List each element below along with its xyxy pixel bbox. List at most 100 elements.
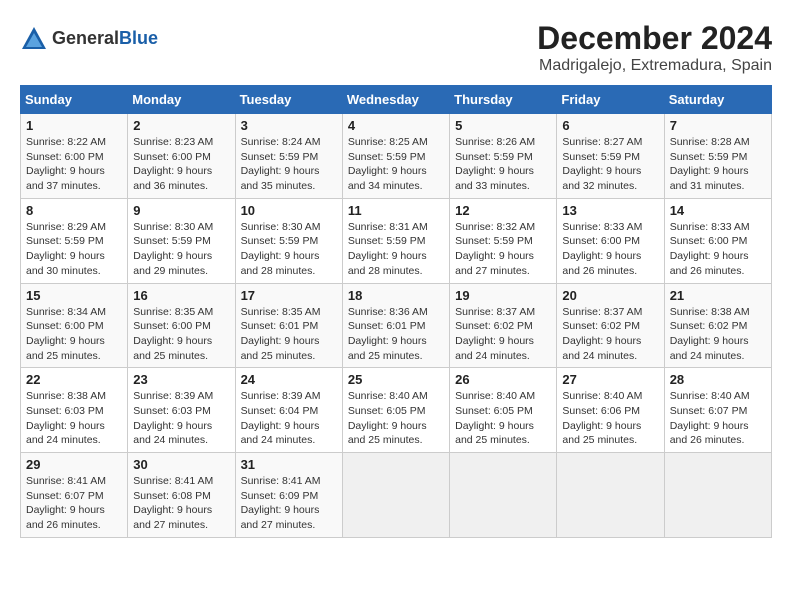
calendar-cell: 19 Sunrise: 8:37 AMSunset: 6:02 PMDayligh… [450, 283, 557, 368]
calendar-cell: 10 Sunrise: 8:30 AMSunset: 5:59 PMDayligh… [235, 198, 342, 283]
calendar-cell: 7 Sunrise: 8:28 AMSunset: 5:59 PMDaylight… [664, 114, 771, 199]
day-number: 24 [241, 372, 337, 387]
calendar-cell: 3 Sunrise: 8:24 AMSunset: 5:59 PMDaylight… [235, 114, 342, 199]
day-number: 25 [348, 372, 444, 387]
calendar-cell [342, 453, 449, 538]
day-number: 6 [562, 118, 658, 133]
calendar-cell: 29Sunrise: 8:41 AMSunset: 6:07 PMDayligh… [21, 453, 128, 538]
calendar-week-1: 1Sunrise: 8:22 AMSunset: 6:00 PMDaylight… [21, 114, 772, 199]
day-info: Sunrise: 8:30 AMSunset: 5:59 PMDaylight:… [241, 220, 337, 279]
calendar-cell: 22Sunrise: 8:38 AMSunset: 6:03 PMDayligh… [21, 368, 128, 453]
calendar-cell: 28Sunrise: 8:40 AMSunset: 6:07 PMDayligh… [664, 368, 771, 453]
calendar-week-3: 15 Sunrise: 8:34 AMSunset: 6:00 PMDayligh… [21, 283, 772, 368]
day-info: Sunrise: 8:25 AMSunset: 5:59 PMDaylight:… [348, 135, 444, 194]
day-info: Sunrise: 8:38 AMSunset: 6:02 PMDaylight:… [670, 305, 766, 364]
day-number: 20 [562, 288, 658, 303]
calendar-cell: 21 Sunrise: 8:38 AMSunset: 6:02 PMDayligh… [664, 283, 771, 368]
day-number: 9 [133, 203, 229, 218]
day-info: Sunrise: 8:40 AMSunset: 6:06 PMDaylight:… [562, 389, 658, 448]
day-info: Sunrise: 8:36 AMSunset: 6:01 PMDaylight:… [348, 305, 444, 364]
day-info: Sunrise: 8:33 AMSunset: 6:00 PMDaylight:… [670, 220, 766, 279]
calendar-cell: 2Sunrise: 8:23 AMSunset: 6:00 PMDaylight… [128, 114, 235, 199]
day-number: 27 [562, 372, 658, 387]
day-number: 16 [133, 288, 229, 303]
calendar-cell: 17Sunrise: 8:35 AMSunset: 6:01 PMDayligh… [235, 283, 342, 368]
day-info: Sunrise: 8:40 AMSunset: 6:05 PMDaylight:… [348, 389, 444, 448]
logo-general: GeneralBlue [52, 29, 158, 49]
calendar-cell [557, 453, 664, 538]
day-info: Sunrise: 8:41 AMSunset: 6:08 PMDaylight:… [133, 474, 229, 533]
day-info: Sunrise: 8:30 AMSunset: 5:59 PMDaylight:… [133, 220, 229, 279]
day-info: Sunrise: 8:39 AMSunset: 6:04 PMDaylight:… [241, 389, 337, 448]
calendar-cell: 27 Sunrise: 8:40 AMSunset: 6:06 PMDayligh… [557, 368, 664, 453]
day-number: 29 [26, 457, 122, 472]
day-info: Sunrise: 8:29 AMSunset: 5:59 PMDaylight:… [26, 220, 122, 279]
day-number: 4 [348, 118, 444, 133]
day-number: 1 [26, 118, 122, 133]
calendar-week-4: 22Sunrise: 8:38 AMSunset: 6:03 PMDayligh… [21, 368, 772, 453]
day-number: 31 [241, 457, 337, 472]
day-number: 23 [133, 372, 229, 387]
page-title: December 2024 [537, 20, 772, 57]
day-number: 15 [26, 288, 122, 303]
day-info: Sunrise: 8:40 AMSunset: 6:05 PMDaylight:… [455, 389, 551, 448]
day-info: Sunrise: 8:32 AMSunset: 5:59 PMDaylight:… [455, 220, 551, 279]
day-number: 5 [455, 118, 551, 133]
day-info: Sunrise: 8:24 AMSunset: 5:59 PMDaylight:… [241, 135, 337, 194]
day-number: 10 [241, 203, 337, 218]
day-number: 19 [455, 288, 551, 303]
calendar-cell: 8 Sunrise: 8:29 AMSunset: 5:59 PMDaylight… [21, 198, 128, 283]
logo: GeneralBlue [20, 25, 158, 53]
day-number: 18 [348, 288, 444, 303]
calendar-cell: 12 Sunrise: 8:32 AMSunset: 5:59 PMDayligh… [450, 198, 557, 283]
calendar-cell: 25 Sunrise: 8:40 AMSunset: 6:05 PMDayligh… [342, 368, 449, 453]
day-number: 3 [241, 118, 337, 133]
header-wednesday: Wednesday [342, 86, 449, 114]
day-number: 28 [670, 372, 766, 387]
calendar-week-2: 8 Sunrise: 8:29 AMSunset: 5:59 PMDaylight… [21, 198, 772, 283]
day-info: Sunrise: 8:28 AMSunset: 5:59 PMDaylight:… [670, 135, 766, 194]
calendar-cell: 13 Sunrise: 8:33 AMSunset: 6:00 PMDayligh… [557, 198, 664, 283]
day-number: 17 [241, 288, 337, 303]
calendar-cell: 4 Sunrise: 8:25 AMSunset: 5:59 PMDaylight… [342, 114, 449, 199]
calendar-cell: 31 Sunrise: 8:41 AMSunset: 6:09 PMDayligh… [235, 453, 342, 538]
calendar-cell: 30 Sunrise: 8:41 AMSunset: 6:08 PMDayligh… [128, 453, 235, 538]
day-info: Sunrise: 8:37 AMSunset: 6:02 PMDaylight:… [562, 305, 658, 364]
day-number: 13 [562, 203, 658, 218]
day-info: Sunrise: 8:35 AMSunset: 6:00 PMDaylight:… [133, 305, 229, 364]
calendar-cell: 5 Sunrise: 8:26 AMSunset: 5:59 PMDaylight… [450, 114, 557, 199]
header-tuesday: Tuesday [235, 86, 342, 114]
calendar-cell: 6Sunrise: 8:27 AMSunset: 5:59 PMDaylight… [557, 114, 664, 199]
page-subtitle: Madrigalejo, Extremadura, Spain [537, 57, 772, 75]
header-friday: Friday [557, 86, 664, 114]
day-info: Sunrise: 8:34 AMSunset: 6:00 PMDaylight:… [26, 305, 122, 364]
day-info: Sunrise: 8:33 AMSunset: 6:00 PMDaylight:… [562, 220, 658, 279]
day-number: 11 [348, 203, 444, 218]
calendar-cell: 1Sunrise: 8:22 AMSunset: 6:00 PMDaylight… [21, 114, 128, 199]
calendar-cell: 11 Sunrise: 8:31 AMSunset: 5:59 PMDayligh… [342, 198, 449, 283]
day-number: 8 [26, 203, 122, 218]
calendar-cell: 23Sunrise: 8:39 AMSunset: 6:03 PMDayligh… [128, 368, 235, 453]
day-number: 12 [455, 203, 551, 218]
day-info: Sunrise: 8:26 AMSunset: 5:59 PMDaylight:… [455, 135, 551, 194]
header-thursday: Thursday [450, 86, 557, 114]
calendar-cell: 14 Sunrise: 8:33 AMSunset: 6:00 PMDayligh… [664, 198, 771, 283]
calendar-cell: 15 Sunrise: 8:34 AMSunset: 6:00 PMDayligh… [21, 283, 128, 368]
title-block: December 2024 Madrigalejo, Extremadura, … [537, 20, 772, 75]
header-monday: Monday [128, 86, 235, 114]
day-info: Sunrise: 8:37 AMSunset: 6:02 PMDaylight:… [455, 305, 551, 364]
day-info: Sunrise: 8:41 AMSunset: 6:09 PMDaylight:… [241, 474, 337, 533]
calendar-cell: 26 Sunrise: 8:40 AMSunset: 6:05 PMDayligh… [450, 368, 557, 453]
day-number: 30 [133, 457, 229, 472]
calendar-cell: 24 Sunrise: 8:39 AMSunset: 6:04 PMDayligh… [235, 368, 342, 453]
day-number: 21 [670, 288, 766, 303]
header-sunday: Sunday [21, 86, 128, 114]
day-number: 7 [670, 118, 766, 133]
day-number: 26 [455, 372, 551, 387]
day-info: Sunrise: 8:31 AMSunset: 5:59 PMDaylight:… [348, 220, 444, 279]
day-info: Sunrise: 8:23 AMSunset: 6:00 PMDaylight:… [133, 135, 229, 194]
day-info: Sunrise: 8:38 AMSunset: 6:03 PMDaylight:… [26, 389, 122, 448]
day-number: 14 [670, 203, 766, 218]
header-saturday: Saturday [664, 86, 771, 114]
calendar-cell: 20 Sunrise: 8:37 AMSunset: 6:02 PMDayligh… [557, 283, 664, 368]
